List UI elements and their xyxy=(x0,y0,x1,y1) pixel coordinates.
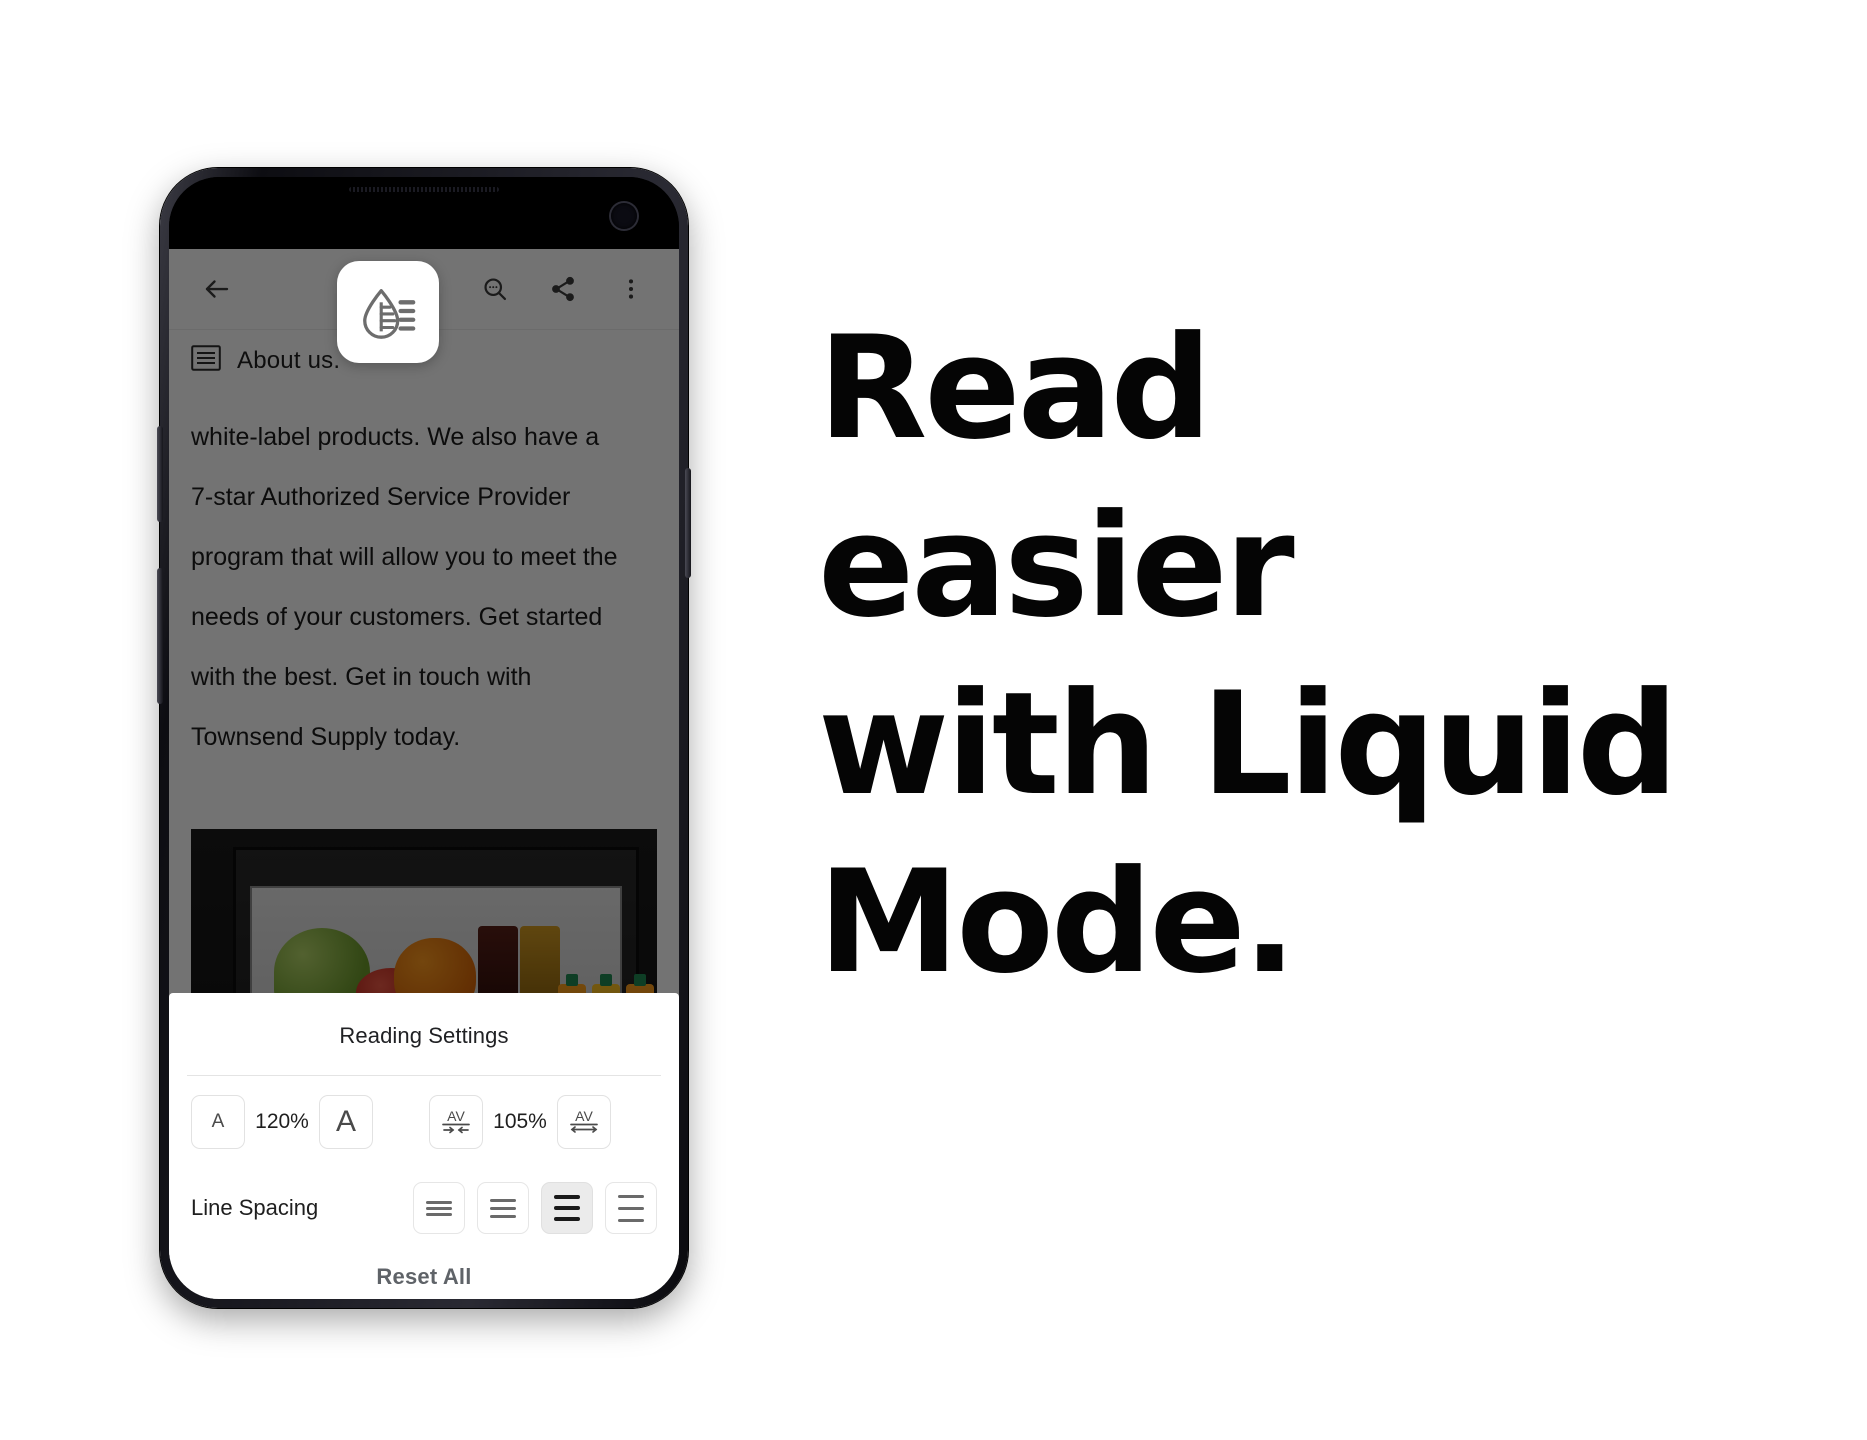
status-bar xyxy=(169,177,679,249)
promo-slide: About us. white-label products. We also … xyxy=(0,0,1867,1440)
line-spacing-option-loose[interactable] xyxy=(605,1182,657,1234)
liquid-mode-droplet-icon[interactable] xyxy=(337,261,439,363)
line-spacing-option-normal[interactable] xyxy=(477,1182,529,1234)
line-spacing-controls-row: Line Spacing xyxy=(169,1168,679,1248)
line-spacing-bars-icon xyxy=(554,1195,580,1221)
increase-font-size-label: A xyxy=(335,1105,356,1138)
line-spacing-bars-icon xyxy=(618,1194,644,1222)
svg-text:AV: AV xyxy=(447,1108,465,1124)
volume-down-button[interactable] xyxy=(157,568,163,704)
increase-font-size-button[interactable]: A xyxy=(319,1095,373,1149)
front-camera-icon xyxy=(611,203,637,229)
sheet-title: Reading Settings xyxy=(339,1023,509,1048)
font-size-value: 120% xyxy=(255,1110,309,1133)
svg-text:AV: AV xyxy=(575,1108,593,1124)
browser-viewport: About us. white-label products. We also … xyxy=(169,249,679,1299)
phone-screen: About us. white-label products. We also … xyxy=(169,177,679,1299)
reading-settings-sheet: Reading Settings A 120% A AV 105% AV Lin… xyxy=(169,993,679,1299)
decrease-letter-spacing-button[interactable]: AV xyxy=(429,1095,483,1149)
reset-all-button[interactable]: Reset All xyxy=(169,1248,679,1290)
text-size-controls-row: A 120% A AV 105% AV xyxy=(169,1076,679,1168)
letter-spacing-value: 105% xyxy=(493,1110,547,1133)
phone-frame: About us. white-label products. We also … xyxy=(157,168,691,1308)
earpiece-speaker-icon xyxy=(349,187,499,192)
line-spacing-option-relaxed[interactable] xyxy=(541,1182,593,1234)
promo-headline: Read easier with Liquid Mode. xyxy=(818,306,1678,1005)
decrease-font-size-button[interactable]: A xyxy=(191,1095,245,1149)
phone-mockup: About us. white-label products. We also … xyxy=(157,168,691,1308)
increase-letter-spacing-button[interactable]: AV xyxy=(557,1095,611,1149)
volume-up-button[interactable] xyxy=(157,426,163,522)
power-button[interactable] xyxy=(685,468,691,578)
line-spacing-option-tight[interactable] xyxy=(413,1182,465,1234)
line-spacing-label: Line Spacing xyxy=(191,1195,319,1220)
decrease-font-size-label: A xyxy=(211,1111,225,1132)
line-spacing-bars-icon xyxy=(490,1198,516,1218)
line-spacing-bars-icon xyxy=(426,1200,452,1216)
